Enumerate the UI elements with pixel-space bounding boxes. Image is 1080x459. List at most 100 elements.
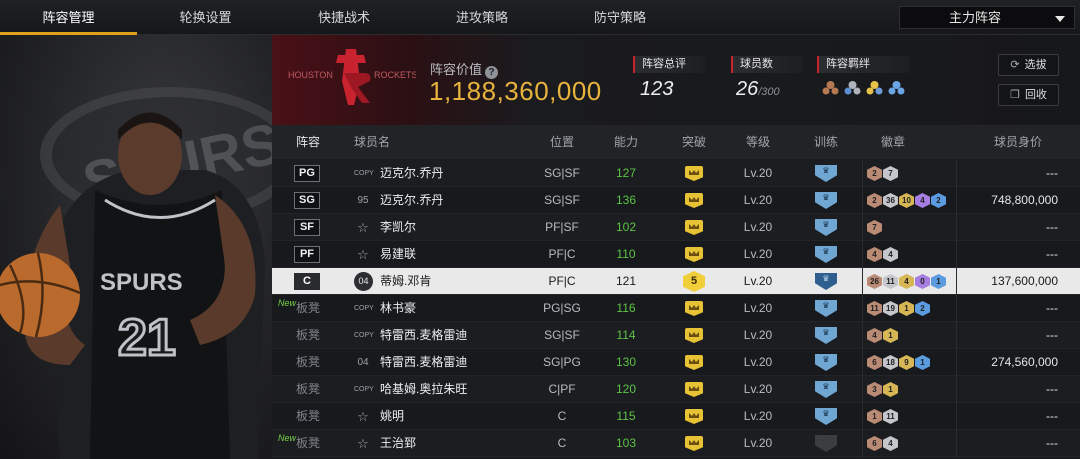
crown-icon[interactable] bbox=[685, 382, 703, 397]
crown-icon[interactable] bbox=[685, 355, 703, 370]
badge-icon-silver[interactable]: 11 bbox=[883, 409, 898, 424]
badge-icon-bronze[interactable]: 6 bbox=[867, 436, 882, 451]
table-row[interactable]: C 04 蒂姆.邓肯 PF|C 121 5 Lv.20 ♛ 26 11 4 0 1 137,600,000 bbox=[272, 268, 1080, 295]
badge-icon-bronze[interactable]: 4 bbox=[867, 247, 882, 262]
bond-icon-gold[interactable] bbox=[866, 79, 883, 96]
badge-icon-silver[interactable]: 11 bbox=[883, 274, 898, 289]
badge-icon-bronze[interactable]: 3 bbox=[867, 382, 882, 397]
badge-icon-bronze[interactable]: 11 bbox=[867, 301, 882, 316]
col-header-ability[interactable]: 能力 bbox=[597, 125, 655, 159]
col-header-training[interactable]: 训练 bbox=[797, 125, 855, 159]
badge-icon-bronze[interactable]: 4 bbox=[867, 328, 882, 343]
training-icon[interactable]: ♛ bbox=[815, 246, 837, 263]
col-header-value[interactable]: 球员身价 bbox=[978, 125, 1058, 159]
lineup-slot[interactable]: C bbox=[294, 273, 320, 290]
col-header-badges[interactable]: 徽章 bbox=[868, 125, 918, 159]
scout-button[interactable]: ⟳ 选拔 bbox=[998, 54, 1059, 76]
badge-icon-silver[interactable]: 4 bbox=[883, 247, 898, 262]
tab-defense-strategy[interactable]: 防守策略 bbox=[550, 0, 690, 35]
col-header-lineup[interactable]: 阵容 bbox=[286, 125, 330, 159]
badge-icon-blue[interactable]: 1 bbox=[931, 274, 946, 289]
crown-icon[interactable] bbox=[685, 328, 703, 343]
player-name[interactable]: 特雷西.麦格雷迪 bbox=[380, 322, 467, 349]
table-row[interactable]: 板凳 ☆ 姚明 C 115 Lv.20 ♛ 1 11 --- bbox=[272, 403, 1080, 430]
lineup-slot[interactable]: PG bbox=[294, 165, 320, 182]
badge-icon-bronze[interactable]: 2 bbox=[867, 193, 882, 208]
table-row[interactable]: SF ☆ 李凯尔 PF|SF 102 Lv.20 ♛ 7 --- bbox=[272, 214, 1080, 241]
player-name[interactable]: 迈克尔.乔丹 bbox=[380, 160, 443, 187]
badge-icon-bronze[interactable]: 1 bbox=[867, 409, 882, 424]
crown-icon[interactable] bbox=[685, 193, 703, 208]
player-name[interactable]: 哈基姆.奥拉朱旺 bbox=[380, 376, 467, 403]
badge-icon-gold[interactable]: 1 bbox=[899, 301, 914, 316]
badge-icon-gold[interactable]: 9 bbox=[899, 355, 914, 370]
bond-icon-silver[interactable] bbox=[844, 79, 861, 96]
badge-icon-gold[interactable]: 1 bbox=[883, 328, 898, 343]
table-row[interactable]: New 板凳 ☆ 王治郅 C 103 Lv.20 ♛ 6 4 --- bbox=[272, 430, 1080, 457]
player-name[interactable]: 王治郅 bbox=[380, 430, 416, 457]
lineup-slot[interactable]: SF bbox=[294, 219, 320, 236]
badge-icon-silver[interactable]: 18 bbox=[883, 355, 898, 370]
training-icon[interactable]: ♛ bbox=[815, 300, 837, 317]
tab-offense-strategy[interactable]: 进攻策略 bbox=[414, 0, 550, 35]
lineup-slot[interactable]: PF bbox=[294, 246, 320, 263]
lineup-select-dropdown[interactable]: 主力阵容 bbox=[899, 6, 1075, 29]
training-icon[interactable]: ♛ bbox=[815, 381, 837, 398]
bond-icon-bronze[interactable] bbox=[822, 79, 839, 96]
table-row[interactable]: New 板凳 COPY 林书豪 PG|SG 116 Lv.20 ♛ 11 19 1 2 --- bbox=[272, 295, 1080, 322]
tab-quick-tactics[interactable]: 快捷战术 bbox=[274, 0, 414, 35]
training-icon[interactable]: ♛ bbox=[815, 327, 837, 344]
player-name[interactable]: 蒂姆.邓肯 bbox=[380, 268, 431, 295]
bond-icon-blue[interactable] bbox=[888, 79, 905, 96]
badge-icon-blue[interactable]: 2 bbox=[915, 301, 930, 316]
badge-icon-purple[interactable]: 4 bbox=[915, 193, 930, 208]
table-row[interactable]: SG 95 迈克尔.乔丹 SG|SF 136 Lv.20 ♛ 2 36 10 4 2 748,800,0… bbox=[272, 187, 1080, 214]
badge-icon-silver[interactable]: 4 bbox=[883, 436, 898, 451]
player-name[interactable]: 特雷西.麦格雷迪 bbox=[380, 349, 467, 376]
breakthrough-badge[interactable]: 5 bbox=[683, 271, 705, 292]
training-icon[interactable]: ♛ bbox=[815, 165, 837, 182]
player-name[interactable]: 李凯尔 bbox=[380, 214, 416, 241]
col-header-position[interactable]: 位置 bbox=[522, 125, 602, 159]
col-header-level[interactable]: 等级 bbox=[730, 125, 786, 159]
badge-icon-bronze[interactable]: 26 bbox=[867, 274, 882, 289]
player-name[interactable]: 林书豪 bbox=[380, 295, 416, 322]
crown-icon[interactable] bbox=[685, 166, 703, 181]
badge-icon-silver[interactable]: 7 bbox=[883, 166, 898, 181]
player-name[interactable]: 迈克尔.乔丹 bbox=[380, 187, 443, 214]
table-row[interactable]: PG COPY 迈克尔.乔丹 SG|SF 127 Lv.20 ♛ 2 7 --- bbox=[272, 160, 1080, 187]
badge-icon-purple[interactable]: 0 bbox=[915, 274, 930, 289]
training-icon[interactable]: ♛ bbox=[815, 192, 837, 209]
badge-icon-bronze[interactable]: 6 bbox=[867, 355, 882, 370]
training-icon[interactable]: ♛ bbox=[815, 354, 837, 371]
table-row[interactable]: PF ☆ 易建联 PF|C 110 Lv.20 ♛ 4 4 --- bbox=[272, 241, 1080, 268]
training-icon[interactable]: ♛ bbox=[815, 273, 837, 290]
tab-rotation-settings[interactable]: 轮换设置 bbox=[137, 0, 274, 35]
crown-icon[interactable] bbox=[685, 436, 703, 451]
training-icon[interactable]: ♛ bbox=[815, 219, 837, 236]
col-header-breakthrough[interactable]: 突破 bbox=[665, 125, 723, 159]
lineup-slot[interactable]: SG bbox=[294, 192, 320, 209]
badge-icon-blue[interactable]: 1 bbox=[915, 355, 930, 370]
crown-icon[interactable] bbox=[685, 301, 703, 316]
training-icon[interactable]: ♛ bbox=[815, 408, 837, 425]
crown-icon[interactable] bbox=[685, 247, 703, 262]
crown-icon[interactable] bbox=[685, 409, 703, 424]
badge-icon-bronze[interactable]: 2 bbox=[867, 166, 882, 181]
table-row[interactable]: 板凳 04 特雷西.麦格雷迪 SG|PG 130 Lv.20 ♛ 6 18 9 1 274,560,0… bbox=[272, 349, 1080, 376]
col-header-name[interactable]: 球员名 bbox=[354, 125, 404, 159]
badge-icon-silver[interactable]: 19 bbox=[883, 301, 898, 316]
badge-icon-gold[interactable]: 4 bbox=[899, 274, 914, 289]
training-icon[interactable]: ♛ bbox=[815, 435, 837, 452]
player-name[interactable]: 姚明 bbox=[380, 403, 404, 430]
tab-lineup-management[interactable]: 阵容管理 bbox=[0, 0, 137, 35]
badge-icon-gold[interactable]: 10 bbox=[899, 193, 914, 208]
table-row[interactable]: 板凳 COPY 哈基姆.奥拉朱旺 C|PF 120 Lv.20 ♛ 3 1 --- bbox=[272, 376, 1080, 403]
badge-icon-bronze[interactable]: 7 bbox=[867, 220, 882, 235]
badge-icon-gold[interactable]: 1 bbox=[883, 382, 898, 397]
table-row[interactable]: 板凳 COPY 特雷西.麦格雷迪 SG|SF 114 Lv.20 ♛ 4 1 --- bbox=[272, 322, 1080, 349]
recycle-button[interactable]: ❐ 回收 bbox=[998, 84, 1059, 106]
badge-icon-blue[interactable]: 2 bbox=[931, 193, 946, 208]
crown-icon[interactable] bbox=[685, 220, 703, 235]
player-name[interactable]: 易建联 bbox=[380, 241, 416, 268]
